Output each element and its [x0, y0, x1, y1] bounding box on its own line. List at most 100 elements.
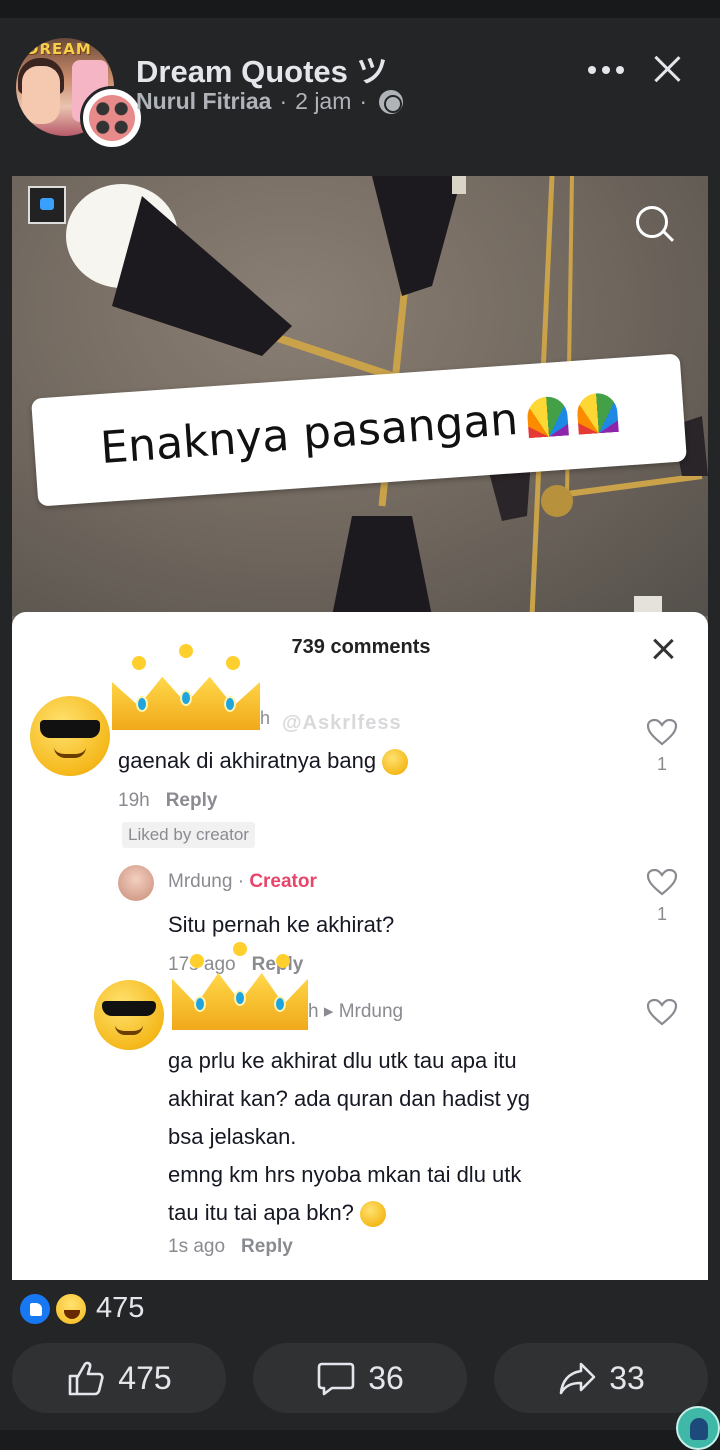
rainbow-icon: [576, 391, 619, 435]
comments-panel: 739 comments h @Askrlfess gaenak di akhi…: [12, 612, 708, 1280]
comment-body: gaenak di akhiratnya bang: [118, 748, 377, 773]
like-button[interactable]: 475: [12, 1343, 226, 1413]
watermark: @Askrlfess: [282, 712, 402, 734]
reply-line: ga prlu ke akhirat dlu utk tau apa itu: [168, 1048, 517, 1073]
shades: [39, 720, 101, 738]
comment-count: 36: [368, 1359, 404, 1396]
separator: ·: [279, 88, 288, 114]
top-status-strip: [0, 0, 720, 18]
post-subheader: Nurul Fitriaa · 2 jam ·: [136, 88, 404, 115]
like-count: 475: [118, 1359, 172, 1396]
back-icon[interactable]: [28, 186, 66, 224]
avatar-badge-text: DREAM: [26, 40, 92, 58]
page-avatar-group[interactable]: DREAM: [16, 38, 144, 150]
floating-bubble-icon[interactable]: [676, 1406, 720, 1450]
shades: [102, 1001, 156, 1017]
comment-icon: [317, 1362, 355, 1396]
crown-tip: [226, 656, 240, 670]
reply-line: emng km hrs nyoba mkan tai dlu utk: [168, 1162, 522, 1187]
reply-to-line: h ▸ Mrdung: [308, 1000, 403, 1023]
caption-text: Enaknya pasangan: [98, 393, 520, 474]
user-avatar[interactable]: [118, 865, 154, 901]
search-icon[interactable]: [634, 204, 676, 246]
comment-time: 19h: [118, 790, 150, 811]
reply-line: akhirat kan? ada quran dan hadist yg: [168, 1086, 531, 1111]
crown-gem: [136, 696, 148, 712]
share-button[interactable]: 33: [494, 1343, 708, 1413]
chandelier-photo: Enaknya pasangan: [12, 176, 708, 617]
reply-author[interactable]: Mrdung: [168, 871, 232, 892]
crown-tip: [233, 942, 247, 956]
lamp-arm: [270, 332, 394, 380]
lamp-shade: [332, 516, 432, 616]
heart-outline: [646, 998, 678, 1026]
crown-icon: [172, 938, 308, 1030]
heart-outline: [646, 868, 678, 896]
post-time[interactable]: 2 jam: [295, 88, 351, 115]
post-media[interactable]: Enaknya pasangan 739 comments h @Askrlfe…: [12, 176, 708, 1280]
share-count: 33: [609, 1359, 645, 1396]
comment-text: gaenak di akhiratnya bang: [118, 748, 409, 776]
separator: ·: [359, 88, 368, 114]
crown-gem: [180, 690, 192, 706]
sunglasses-emoji-icon[interactable]: [94, 980, 164, 1050]
author-avatar[interactable]: [80, 86, 144, 150]
comment-name-fragment: h: [260, 708, 271, 728]
crown-gem: [194, 996, 206, 1012]
crown-tip: [276, 954, 290, 968]
heart-icon[interactable]: [646, 718, 678, 746]
reply-button[interactable]: Reply: [241, 1236, 293, 1257]
reply-meta: 1s ago Reply: [168, 1236, 293, 1258]
crown-gem: [224, 696, 236, 712]
page-name[interactable]: Dream Quotes ツ: [136, 46, 388, 91]
chandelier-hub: [541, 485, 573, 517]
reply-text: Situ pernah ke akhirat?: [168, 912, 395, 937]
reply-line: tau itu tai apa bkn?: [168, 1194, 530, 1232]
bottom-strip: [0, 1430, 720, 1450]
heart-outline: [646, 718, 678, 746]
reply-line-text: tau itu tai apa bkn?: [168, 1200, 354, 1225]
crown-tip: [132, 656, 146, 670]
lamp-bulb: [452, 176, 466, 194]
crown-gem: [234, 990, 246, 1006]
liked-by-creator-badge: Liked by creator: [122, 822, 255, 848]
reply-author-line: Mrdung · Creator: [168, 871, 317, 893]
lamp-arm: [551, 473, 703, 499]
panel-close-icon[interactable]: [652, 638, 674, 660]
mouth: [115, 1025, 143, 1035]
reply-to-name[interactable]: Mrdung: [339, 1001, 403, 1022]
like-reaction-icon[interactable]: [18, 1292, 52, 1326]
reaction-count[interactable]: 475: [96, 1292, 144, 1325]
crown-icon: [112, 644, 260, 730]
reply-time: 1s ago: [168, 1236, 226, 1257]
sunglasses-emoji-icon[interactable]: [30, 696, 110, 776]
dot: [588, 66, 596, 74]
avatar-face: [22, 66, 60, 124]
dot: [602, 66, 610, 74]
heart-icon[interactable]: [646, 868, 678, 896]
like-count: 1: [656, 904, 667, 924]
close-icon[interactable]: [648, 50, 686, 88]
comment-button[interactable]: 36: [253, 1343, 467, 1413]
author-name[interactable]: Nurul Fitriaa: [136, 88, 271, 115]
crown-tip: [190, 954, 204, 968]
separator: ·: [237, 871, 245, 892]
mouth: [54, 747, 86, 759]
rainbow-icon: [526, 395, 570, 439]
like-count: 1: [656, 754, 667, 774]
lamp-shade: [372, 176, 462, 296]
haha-reaction-icon[interactable]: [54, 1292, 88, 1326]
dot: [616, 66, 624, 74]
comments-count-title: 739 comments: [291, 636, 431, 658]
reply-button[interactable]: Reply: [166, 790, 218, 811]
laughing-emoji-icon: [382, 749, 409, 776]
lamp-shade: [112, 196, 292, 356]
crown-gem: [274, 996, 286, 1012]
more-icon[interactable]: [584, 54, 628, 84]
crown-tip: [179, 644, 193, 658]
creator-badge: Creator: [249, 871, 317, 892]
globe-icon: [379, 89, 404, 114]
comment-meta: 19h Reply: [118, 790, 217, 812]
heart-icon[interactable]: [646, 998, 678, 1026]
share-icon: [559, 1362, 596, 1395]
